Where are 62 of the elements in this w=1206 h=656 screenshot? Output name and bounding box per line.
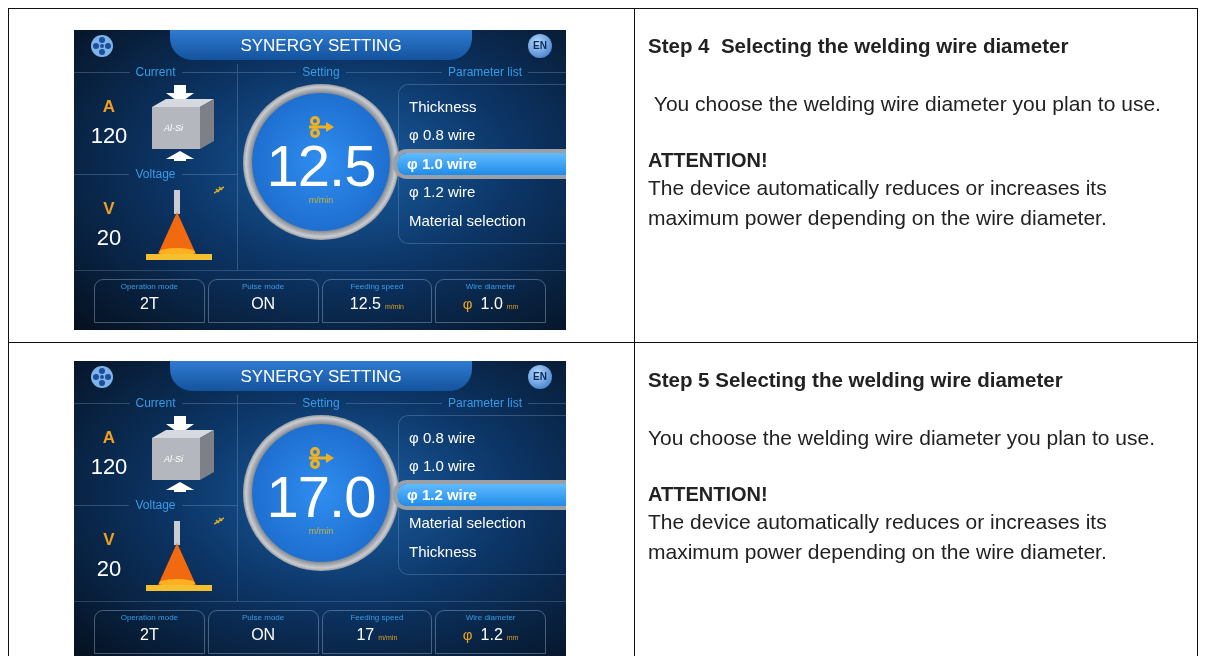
status-value: ON: [251, 295, 276, 312]
material-label: Al-Si: [164, 122, 183, 135]
status-label: Feeding speed: [349, 282, 405, 292]
phi-symbol: φ: [462, 295, 473, 312]
voltage-value: 20: [95, 555, 123, 584]
setting-value: 17.0: [266, 469, 376, 526]
setting-label: Setting: [238, 395, 404, 411]
phi-symbol: φ: [462, 626, 473, 643]
parameter-item[interactable]: Thickness: [399, 540, 566, 563]
status-value: ON: [251, 626, 276, 643]
parameter-item[interactable]: φ 0.8 wire: [399, 124, 566, 147]
setting-unit: m/min: [308, 194, 334, 208]
status-value: 12.5: [349, 295, 381, 312]
status-value: 1.2: [480, 626, 503, 643]
parameter-item[interactable]: Material selection: [399, 209, 566, 232]
current-unit: A: [101, 95, 117, 118]
parameter-item[interactable]: φ 0.8 wire: [399, 426, 566, 450]
parameter-item[interactable]: φ 1.2 wire: [399, 181, 566, 204]
attention-heading: ATTENTION!: [648, 482, 769, 507]
step-description: You choose the welding wire diameter you plan to use.: [648, 425, 1157, 451]
current-label: Current: [74, 395, 237, 411]
language-button[interactable]: EN: [528, 365, 552, 389]
status-label: Wire diameter: [464, 282, 517, 292]
parameter-list-label: Parameter list: [404, 64, 566, 80]
current-unit: A: [101, 426, 117, 449]
current-label: Current: [74, 64, 237, 80]
language-button[interactable]: EN: [528, 34, 552, 58]
voltage-value: 20: [95, 224, 123, 253]
status-label: Wire diameter: [464, 613, 517, 623]
voltage-label: Voltage: [74, 166, 237, 182]
status-label: Pulse mode: [241, 613, 286, 623]
attention-heading: ATTENTION!: [648, 148, 769, 173]
voltage-label: Voltage: [74, 497, 237, 513]
setting-label: Setting: [238, 64, 404, 80]
step-title: Step 4 Selecting the welding wire diameter: [648, 33, 1070, 59]
current-value: 120: [89, 122, 129, 151]
status-value: 1.0: [480, 295, 503, 312]
parameter-item[interactable]: φ 1.0 wire: [399, 455, 566, 478]
voltage-unit: V: [102, 528, 116, 551]
screen-title: SYNERGY SETTING: [170, 361, 472, 391]
material-label: Al-Si: [164, 453, 183, 466]
current-value: 120: [89, 453, 129, 482]
attention-text: The device automatically reduces or increases its maximum power depending on the wire diameter.: [648, 509, 1108, 565]
status-label: Operation mode: [119, 282, 180, 292]
status-label: Feeding speed: [349, 613, 405, 623]
parameter-list-label: Parameter list: [404, 395, 566, 411]
parameter-item[interactable]: Thickness: [399, 95, 566, 119]
parameter-item[interactable]: Material selection: [399, 512, 566, 535]
status-value: 17: [356, 626, 375, 643]
setting-unit: m/min: [308, 525, 334, 539]
setting-value: 12.5: [266, 138, 376, 195]
step-description: You choose the welding wire diameter you plan to use.: [652, 91, 1162, 117]
voltage-unit: V: [102, 197, 116, 220]
status-label: Pulse mode: [241, 282, 286, 292]
status-label: Operation mode: [119, 613, 180, 623]
status-value: 2T: [140, 626, 159, 643]
wire-feed-icon: [307, 116, 335, 139]
wire-feed-icon: [307, 447, 335, 470]
status-value: 2T: [140, 295, 159, 312]
screen-title: SYNERGY SETTING: [170, 30, 472, 60]
step-title: Step 5 Selecting the welding wire diameter: [648, 367, 1064, 393]
attention-text: The device automatically reduces or increases its maximum power depending on the wire diameter.: [648, 175, 1108, 231]
